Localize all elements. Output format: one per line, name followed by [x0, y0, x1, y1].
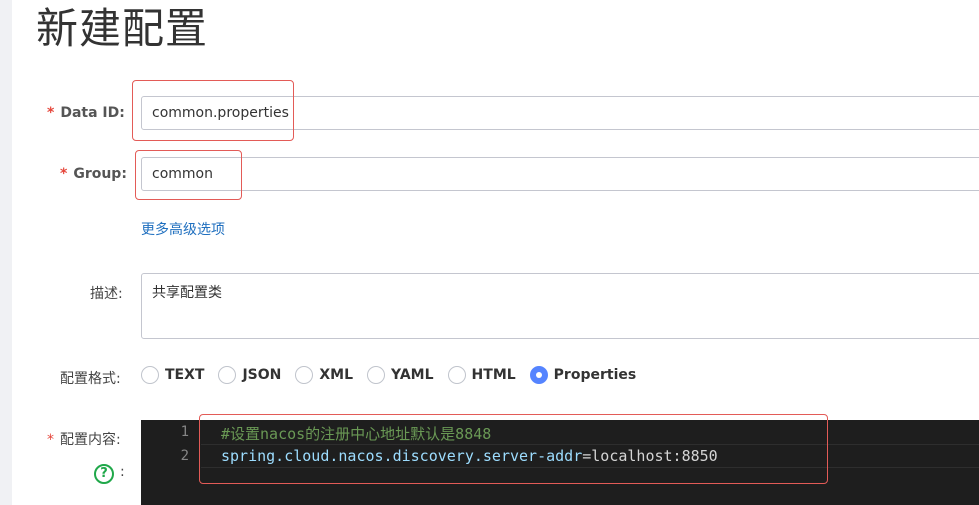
group-input[interactable]: common	[141, 157, 979, 191]
assign-operator: =	[582, 447, 592, 465]
code-line-2: spring.cloud.nacos.discovery.server-addr…	[221, 447, 718, 465]
format-option-yaml[interactable]: YAML	[367, 366, 434, 384]
required-star: *	[60, 166, 68, 182]
radio-circle[interactable]	[218, 366, 237, 384]
property-key: spring.cloud.nacos.discovery.server-addr	[221, 447, 583, 465]
help-colon: :	[120, 464, 125, 480]
format-option-html[interactable]: HTML	[447, 366, 516, 384]
content-label: * 配置内容:	[47, 432, 121, 448]
left-rail	[0, 0, 12, 505]
data-id-input[interactable]: common.properties	[141, 96, 979, 130]
line-number: 1	[180, 424, 189, 440]
required-star: *	[47, 432, 54, 448]
editor-gutter: 1 2	[141, 420, 201, 505]
help-icon[interactable]: ?	[94, 464, 114, 484]
format-radio-group: TEXT JSON XML YAML HTML Properties	[141, 363, 650, 387]
required-star: *	[47, 105, 55, 121]
description-label: 描述:	[90, 286, 123, 302]
radio-circle[interactable]	[447, 366, 466, 384]
code-editor[interactable]: 1 2 #设置nacos的注册中心地址默认是8848 spring.cloud.…	[141, 420, 979, 505]
format-option-json[interactable]: JSON	[218, 366, 281, 384]
advanced-options-link[interactable]: 更多高级选项	[141, 219, 225, 239]
group-label: * Group:	[60, 166, 127, 182]
radio-circle-selected[interactable]	[529, 366, 548, 384]
radio-circle[interactable]	[141, 366, 159, 384]
data-id-label: * Data ID:	[47, 105, 125, 121]
format-option-properties[interactable]: Properties	[529, 366, 636, 384]
description-textarea[interactable]: 共享配置类	[141, 273, 979, 339]
radio-circle[interactable]	[295, 366, 314, 384]
line-number: 2	[180, 448, 189, 464]
format-option-text[interactable]: TEXT	[141, 366, 204, 384]
radio-circle[interactable]	[367, 366, 386, 384]
format-option-xml[interactable]: XML	[295, 366, 353, 384]
property-value: localhost:8850	[591, 447, 718, 465]
code-line-1: #设置nacos的注册中心地址默认是8848	[221, 425, 492, 443]
page-title: 新建配置	[36, 4, 209, 53]
format-label: 配置格式:	[60, 371, 121, 387]
